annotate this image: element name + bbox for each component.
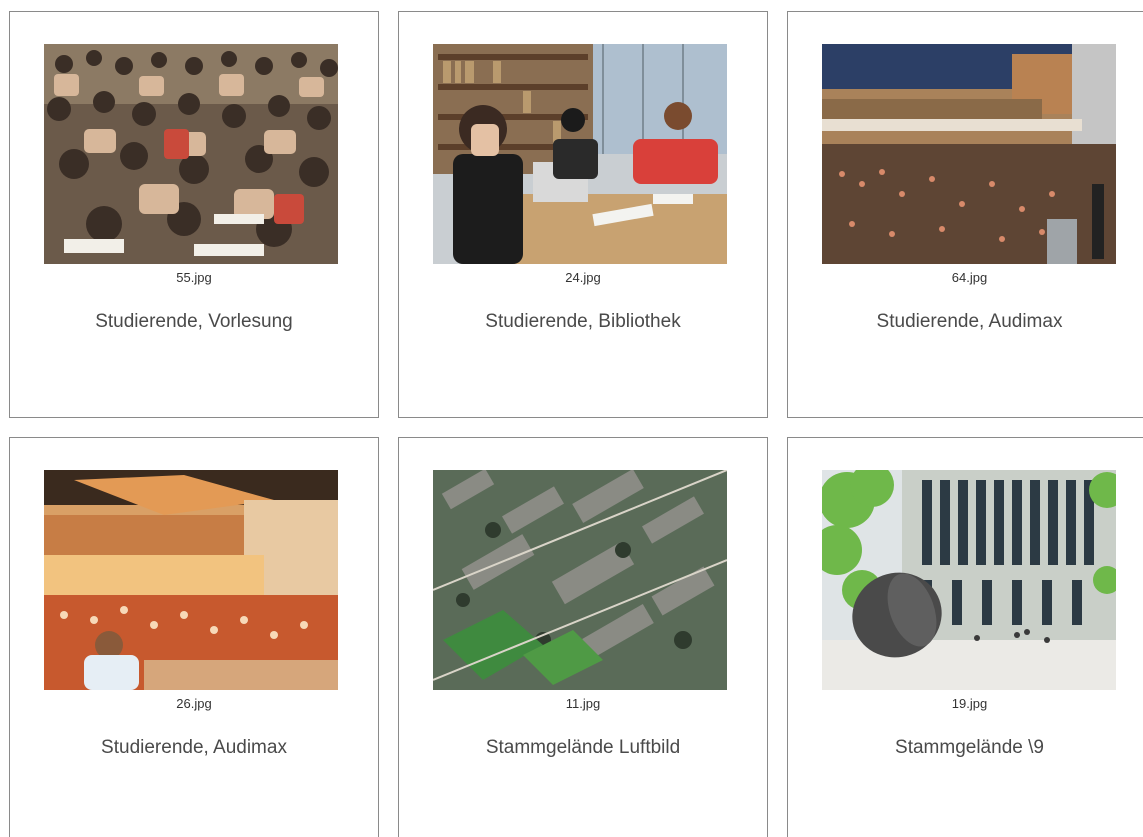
aerial-campus-photo (433, 470, 727, 690)
image-filename: 26.jpg (176, 696, 212, 711)
image-filename: 64.jpg (951, 270, 988, 285)
image-filename: 24.jpg (565, 270, 601, 285)
image-caption: Stammgelände Luftbild (485, 737, 681, 758)
gallery-card[interactable]: 19.jpg Stammgelände \9 (787, 437, 1143, 837)
gallery-card[interactable]: 55.jpg Studierende, Vorlesung (9, 11, 379, 418)
gallery-card[interactable]: 26.jpg Studierende, Audimax (9, 437, 379, 837)
gallery-card[interactable]: 24.jpg Studierende, Bibliothek (398, 11, 768, 418)
audimax-hall-photo (822, 44, 1116, 264)
image-caption: Studierende, Audimax (101, 737, 287, 758)
image-caption: Studierende, Bibliothek (485, 311, 681, 332)
image-caption: Studierende, Vorlesung (95, 311, 293, 332)
gallery-card[interactable]: 11.jpg Stammgelände Luftbild (398, 437, 768, 837)
library-students-photo (433, 44, 727, 264)
thumbnail-image[interactable] (44, 470, 338, 690)
thumbnail-image[interactable] (822, 44, 1116, 264)
thumbnail-image[interactable] (822, 470, 1116, 690)
image-filename: 19.jpg (951, 696, 988, 711)
image-gallery: 55.jpg Studierende, Vorlesung 24.jpg Stu… (0, 0, 1143, 837)
image-filename: 55.jpg (176, 270, 212, 285)
image-caption: Studierende, Audimax (876, 311, 1063, 332)
image-filename: 11.jpg (565, 696, 601, 711)
gallery-card[interactable]: 64.jpg Studierende, Audimax (787, 11, 1143, 418)
image-caption: Stammgelände \9 (895, 737, 1044, 758)
campus-building-sculpture-photo (822, 470, 1116, 690)
lecture-students-photo (44, 44, 338, 264)
thumbnail-image[interactable] (433, 44, 727, 264)
thumbnail-image[interactable] (44, 44, 338, 264)
audimax-lecture-photo (44, 470, 338, 690)
thumbnail-image[interactable] (433, 470, 727, 690)
